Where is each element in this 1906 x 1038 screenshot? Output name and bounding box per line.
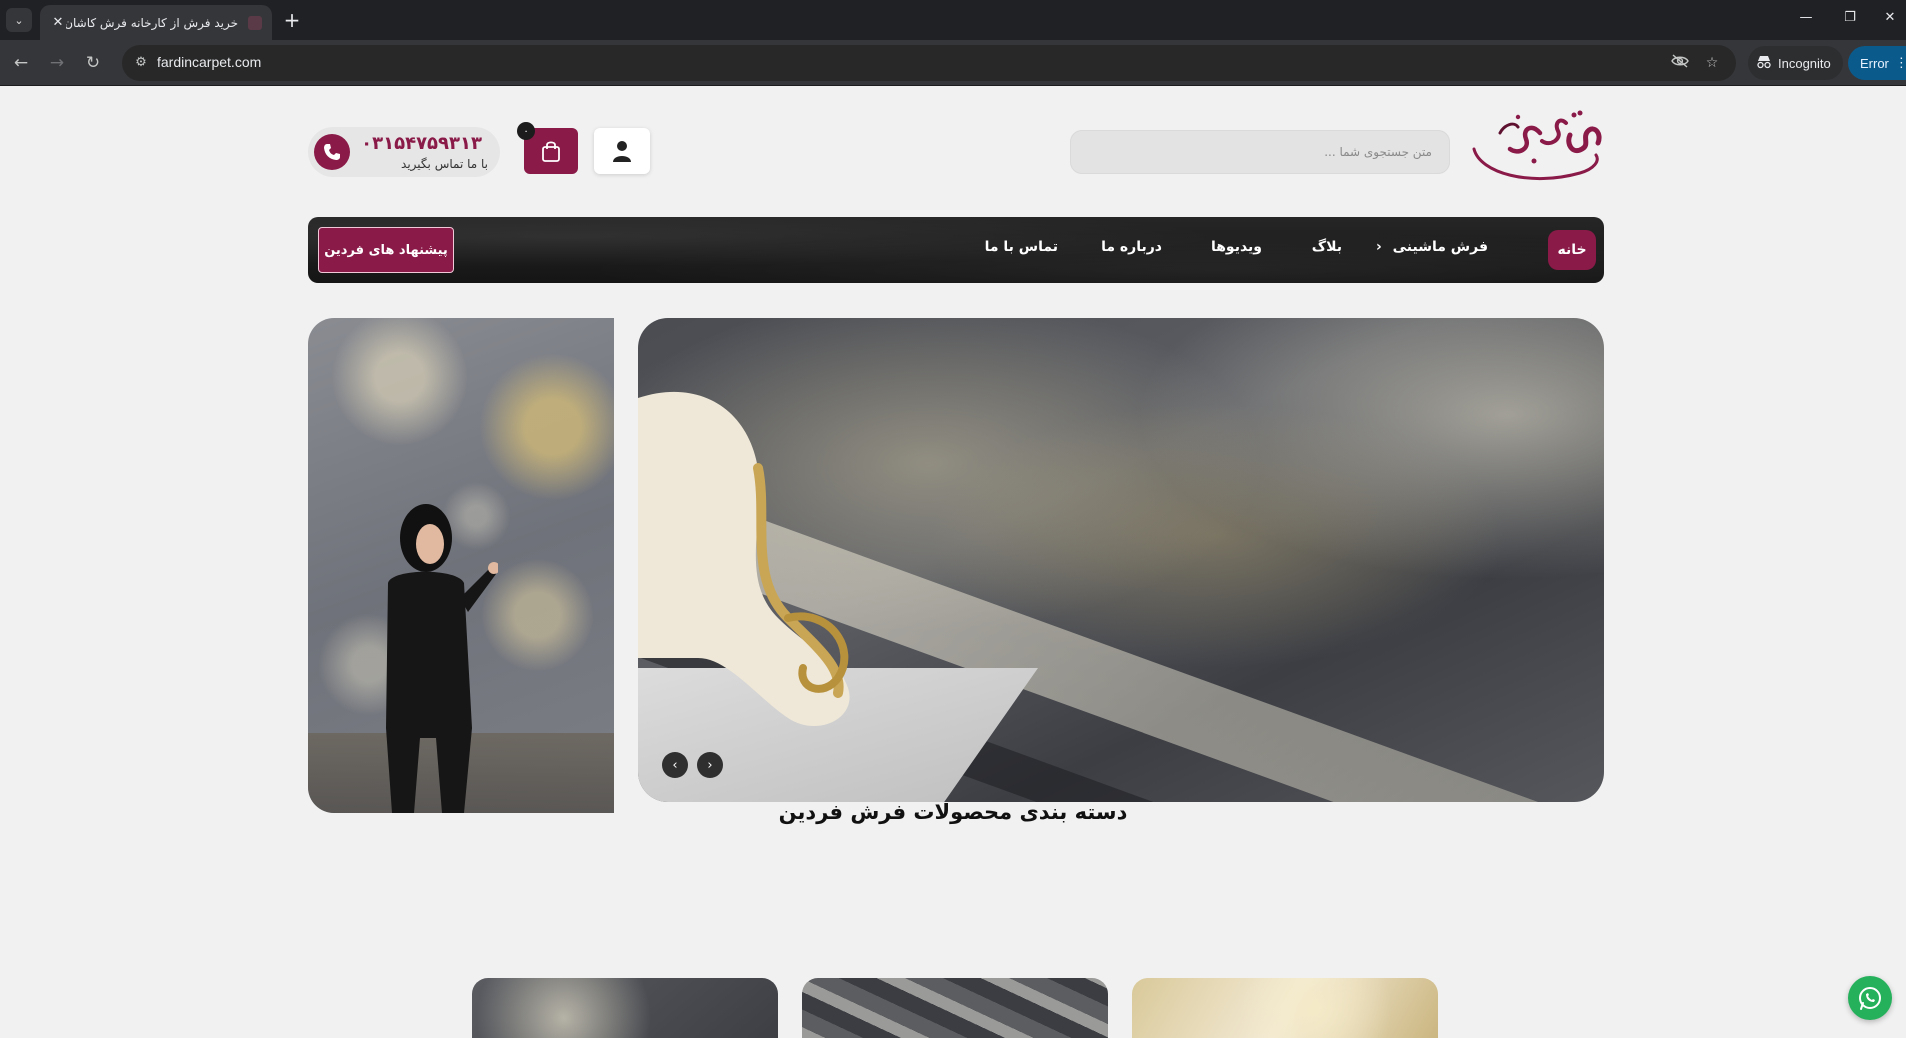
incognito-label: Incognito — [1778, 55, 1831, 71]
search-box[interactable] — [1070, 130, 1450, 174]
offers-button[interactable]: پیشنهاد های فردین — [318, 227, 454, 273]
category-card[interactable] — [802, 978, 1108, 1038]
side-banner-image[interactable] — [308, 318, 614, 813]
kebab-menu-icon[interactable]: ⋮ — [1895, 55, 1906, 71]
category-card[interactable] — [472, 978, 778, 1038]
phone-icon[interactable] — [314, 134, 350, 170]
woman-figure-image — [386, 504, 498, 813]
user-icon — [613, 141, 631, 162]
whatsapp-icon — [1859, 987, 1881, 1010]
phone-number[interactable]: ۰۳۱۵۴۷۵۹۳۱۳ — [361, 133, 482, 154]
nav-item-blog[interactable]: بلاگ — [1312, 239, 1342, 255]
tab-title: خرید فرش از کارخانه فرش کاشان| — [66, 15, 238, 30]
logo-calligraphy-icon — [1472, 110, 1602, 181]
back-button[interactable]: ← — [10, 52, 32, 74]
cart-button[interactable]: ۰ — [517, 122, 578, 174]
web-page: ۰ ۰۳۱۵۴۷۵۹۳۱۳ با ما تماس بگیرید خانه فرش… — [0, 87, 1906, 1038]
nav-item-about[interactable]: درباره ما — [1101, 239, 1162, 255]
site-logo[interactable] — [1470, 103, 1608, 187]
slider-prev-button[interactable]: ‹ — [662, 752, 688, 778]
restore-icon[interactable]: ❐ — [1840, 10, 1860, 25]
tab-search-button[interactable]: ⌄ — [6, 8, 32, 32]
account-button[interactable] — [594, 128, 650, 174]
chair-leg-image — [638, 391, 850, 727]
contact-phone-box[interactable]: ۰۳۱۵۴۷۵۹۳۱۳ با ما تماس بگیرید — [308, 127, 500, 177]
nav-item-label: فرش ماشینی — [1392, 239, 1488, 255]
whatsapp-button[interactable] — [1848, 976, 1892, 1020]
address-bar[interactable]: ⚙ fardincarpet.com ☆ — [122, 45, 1736, 81]
main-navigation: خانه فرش ماشینی ‹ بلاگ ویدیوها درباره ما… — [308, 217, 1604, 283]
search-input[interactable] — [1070, 130, 1450, 174]
nav-item-contact[interactable]: تماس با ما — [985, 239, 1058, 255]
category-card[interactable] — [1132, 978, 1438, 1038]
error-label: Error — [1860, 55, 1889, 71]
cart-count-badge: ۰ — [517, 122, 535, 140]
browser-tab[interactable]: خرید فرش از کارخانه فرش کاشان| ✕ — [40, 5, 272, 40]
chevron-left-icon: ‹ — [672, 757, 678, 773]
browser-toolbar: ← → ↻ ⚙ fardincarpet.com ☆ Incognito Err… — [0, 40, 1906, 86]
minimize-icon[interactable]: — — [1796, 10, 1816, 25]
categories-section-title: دسته بندی محصولات فرش فردین — [778, 800, 1128, 824]
window-close-icon[interactable]: ✕ — [1880, 10, 1900, 25]
forward-button[interactable]: → — [46, 52, 68, 74]
nav-item-videos[interactable]: ویدیوها — [1211, 239, 1262, 255]
favicon-icon — [248, 15, 262, 30]
new-tab-button[interactable]: + — [280, 8, 304, 32]
incognito-icon — [1756, 55, 1772, 72]
nav-item-home[interactable]: خانه — [1548, 230, 1596, 270]
url-text[interactable]: fardincarpet.com — [157, 54, 261, 70]
chevron-down-icon: ⌄ — [14, 13, 24, 27]
close-icon[interactable]: ✕ — [50, 15, 66, 30]
nav-item-machine-carpet[interactable]: فرش ماشینی ‹ — [1376, 239, 1488, 255]
contact-label: با ما تماس بگیرید — [401, 157, 488, 171]
profile-error-button[interactable]: Error ⋮ — [1848, 46, 1906, 80]
hero-slider-image[interactable] — [638, 318, 1604, 802]
chevron-right-icon: › — [707, 757, 713, 773]
slider-next-button[interactable]: › — [697, 752, 723, 778]
browser-tab-bar: ⌄ خرید فرش از کارخانه فرش کاشان| ✕ + — ❐… — [0, 0, 1906, 40]
shopping-bag-icon — [542, 141, 560, 162]
incognito-indicator[interactable]: Incognito — [1748, 46, 1843, 80]
bookmark-star-icon[interactable]: ☆ — [1702, 54, 1722, 72]
eye-slash-icon[interactable] — [1670, 54, 1690, 72]
reload-button[interactable]: ↻ — [82, 52, 104, 74]
chevron-left-icon: ‹ — [1375, 239, 1382, 255]
site-info-icon[interactable]: ⚙ — [132, 54, 150, 72]
